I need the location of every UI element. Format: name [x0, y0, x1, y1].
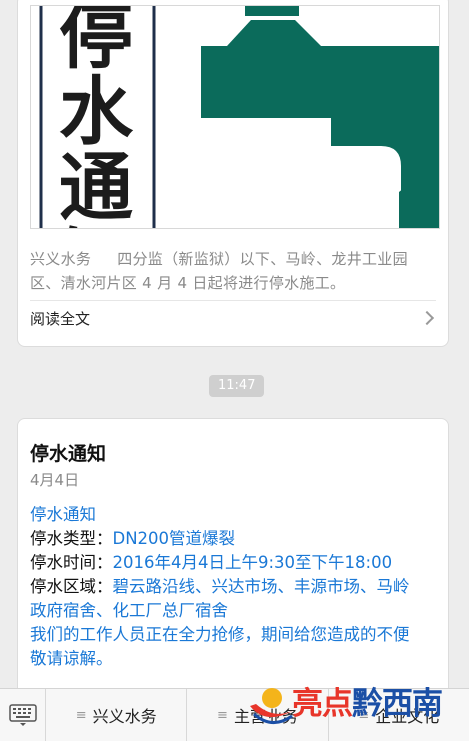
type-label: 停水类型： [30, 529, 113, 548]
read-more-label: 阅读全文 [30, 309, 91, 328]
notice-area-row: 停水区域：碧云路沿线、兴达市场、丰源市场、马岭 [30, 575, 448, 599]
menu-item-label: 兴义水务 [92, 707, 157, 726]
keyboard-icon [8, 704, 37, 726]
area-label: 停水区域： [30, 577, 113, 596]
notice-heading: 停水通知 [30, 505, 96, 524]
notice-type-row: 停水类型：DN200管道爆裂 [30, 527, 448, 551]
message-timestamp: 11:47 [209, 375, 265, 397]
notice-body: 停水通知 停水类型：DN200管道爆裂 停水时间：2016年4月4日上午9:30… [30, 503, 448, 671]
notice-date: 4月4日 [30, 471, 80, 489]
keyboard-toggle-button[interactable] [0, 689, 46, 741]
chevron-right-icon [419, 310, 435, 326]
article-cover-image: 停水通知 [30, 5, 440, 229]
cover-vertical-text: 停水通知 [59, 5, 133, 229]
apology-line-1: 我们的工作人员正在全力抢修，期间给您造成的不便 [30, 625, 410, 644]
menu-list-icon: ≡ [358, 707, 370, 723]
menu-item-xingyi-water[interactable]: ≡ 兴义水务 [46, 689, 188, 741]
notice-card[interactable]: 停水通知 4月4日 停水通知 停水类型：DN200管道爆裂 停水时间：2016年… [17, 418, 449, 710]
apology-line-2: 敬请谅解。 [30, 649, 113, 668]
read-more-link[interactable]: 阅读全文 [18, 301, 448, 335]
menu-item-label: 企业文化 [375, 707, 440, 726]
bottom-menu-bar: ≡ 兴义水务 ≡ 主营业务 ≡ 企业文化 [0, 688, 469, 741]
article-card[interactable]: 停水通知 兴义水务四分监（新监狱）以下、马岭、龙井工业园区、清水河片区 4 月 … [17, 0, 449, 347]
menu-item-main-business[interactable]: ≡ 主营业务 [187, 689, 329, 741]
excerpt-source: 兴义水务 [30, 250, 92, 268]
menu-list-icon: ≡ [217, 707, 228, 723]
time-value: 2016年4月4日上午9:30至下午18:00 [112, 553, 393, 572]
type-value: DN200管道爆裂 [112, 529, 236, 548]
notice-title: 停水通知 [30, 443, 107, 465]
menu-item-corporate-culture[interactable]: ≡ 企业文化 [329, 689, 469, 741]
menu-list-icon: ≡ [75, 707, 87, 723]
area-value-1: 碧云路沿线、兴达市场、丰源市场、马岭 [112, 577, 410, 596]
notice-time-row: 停水时间：2016年4月4日上午9:30至下午18:00 [30, 551, 448, 575]
area-value-2: 政府宿舍、化工厂总厂宿舍 [30, 601, 228, 620]
article-excerpt: 兴义水务 四分监（新监狱）以下、马岭、龙井工业园区、清水河片区 4 月 4 日起将… [30, 247, 436, 295]
menu-item-label: 主营业务 [233, 707, 298, 726]
time-label: 停水时间： [30, 553, 113, 572]
